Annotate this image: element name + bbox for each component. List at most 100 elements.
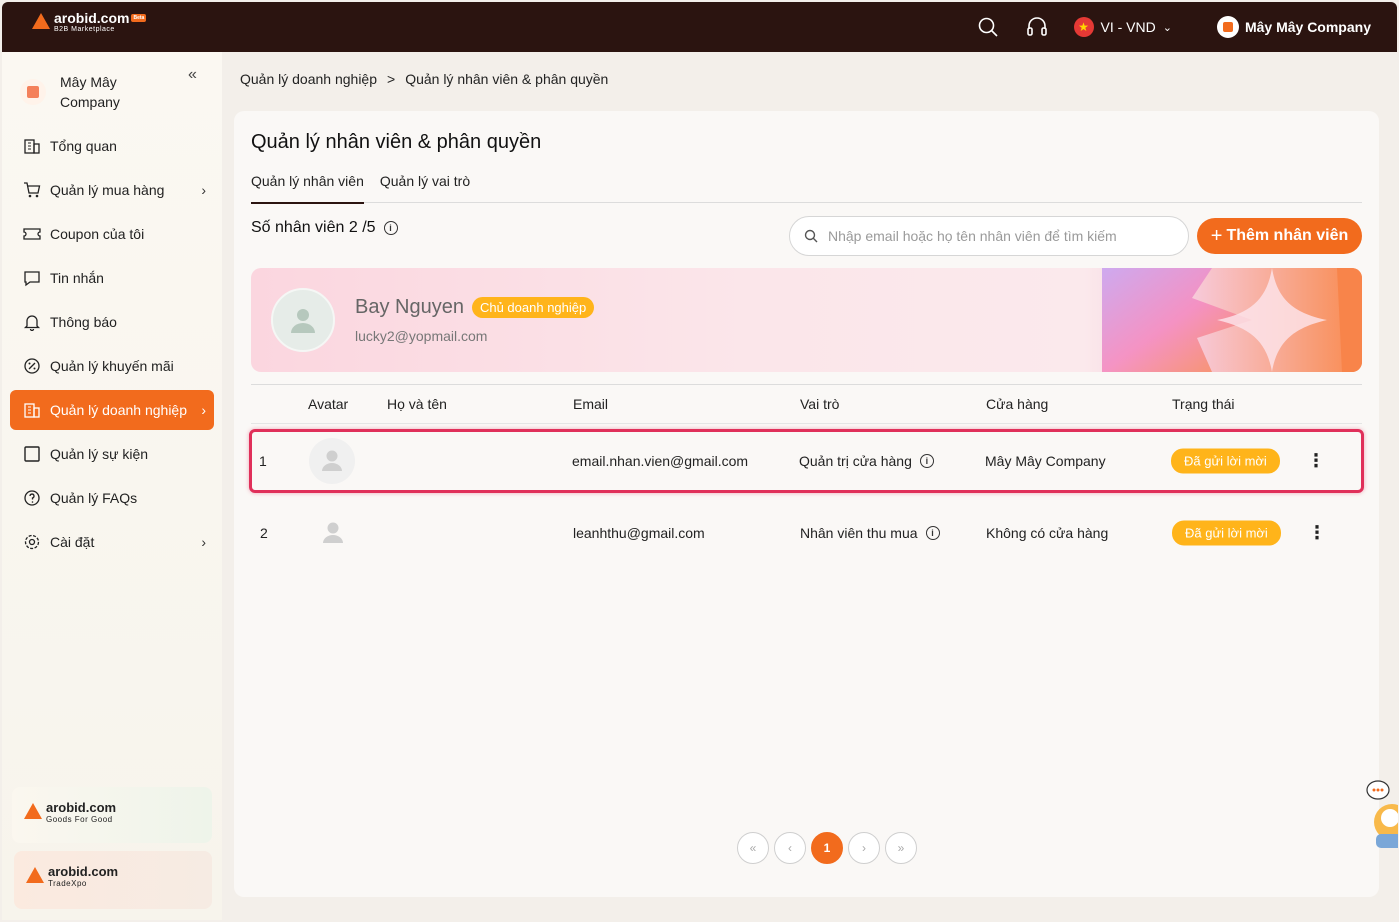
status-badge: Đã gửi lời mời xyxy=(1171,448,1280,474)
sidebar-item-overview[interactable]: Tổng quan xyxy=(10,126,214,166)
sidebar-item-messages[interactable]: Tin nhắn xyxy=(10,258,214,298)
sidebar-item-notifications[interactable]: Thông báo xyxy=(10,302,214,342)
employee-avatar xyxy=(309,438,355,484)
sidebar-item-purchases[interactable]: Quản lý mua hàng › xyxy=(10,170,214,210)
account-company-name: Mây Mây Company xyxy=(1244,19,1371,35)
sidebar-item-faqs[interactable]: Quản lý FAQs xyxy=(10,478,214,518)
search-icon[interactable] xyxy=(976,15,1000,39)
tradexpo-banner[interactable]: arobid.com TradeXpo xyxy=(14,851,212,909)
employee-email: leanhthu@gmail.com xyxy=(573,525,705,541)
col-name: Họ và tên xyxy=(387,396,447,412)
more-options-icon[interactable]: ⋮ xyxy=(1308,523,1326,544)
sidebar-company: Mây Mây Company xyxy=(20,72,160,112)
table-header: Avatar Họ và tên Email Vai trò Cửa hàng … xyxy=(251,384,1362,424)
sidebar-menu: Tổng quan Quản lý mua hàng › Coupon của … xyxy=(10,126,214,566)
discount-icon xyxy=(22,356,42,376)
building-icon xyxy=(22,136,42,156)
sidebar-item-promotions[interactable]: Quản lý khuyến mãi xyxy=(10,346,214,386)
chevron-right-icon: › xyxy=(201,182,206,198)
owner-name: Bay Nguyen xyxy=(355,296,464,318)
breadcrumb: Quản lý doanh nghiệp > Quản lý nhân viên… xyxy=(240,71,608,87)
prev-page-button[interactable]: ‹ xyxy=(774,832,806,864)
tab-employees[interactable]: Quản lý nhân viên xyxy=(251,173,364,204)
table-row[interactable]: 1 email.nhan.vien@gmail.com Quản trị cửa… xyxy=(249,429,1364,493)
main-card: Quản lý nhân viên & phân quyền Quản lý n… xyxy=(234,111,1379,897)
search-icon xyxy=(804,229,818,243)
sidebar-item-label: Thông báo xyxy=(50,314,117,330)
collapse-sidebar-icon[interactable]: « xyxy=(188,66,197,84)
bell-icon xyxy=(22,312,42,332)
sidebar-item-label: Quản lý mua hàng xyxy=(50,182,165,198)
promo-logo-text: arobid.com xyxy=(46,800,117,815)
goods-for-good-banner[interactable]: arobid.com Goods For Good xyxy=(12,787,212,843)
vietnam-flag-icon: ★ xyxy=(1073,17,1094,37)
owner-email: lucky2@yopmail.com xyxy=(355,328,488,344)
col-role: Vai trò xyxy=(800,396,840,412)
search-box xyxy=(789,216,1189,256)
breadcrumb-current: Quản lý nhân viên & phân quyền xyxy=(405,71,609,87)
owner-card: Bay Nguyen Chủ doanh nghiệp lucky2@yopma… xyxy=(251,268,1362,372)
employee-email: email.nhan.vien@gmail.com xyxy=(572,453,749,469)
breadcrumb-business[interactable]: Quản lý doanh nghiệp xyxy=(240,71,377,87)
info-icon[interactable]: i xyxy=(925,526,940,540)
employee-store: Không có cửa hàng xyxy=(986,525,1109,541)
sidebar-item-coupons[interactable]: Coupon của tôi xyxy=(10,214,214,254)
company-avatar xyxy=(1216,16,1239,38)
sidebar-item-label: Cài đặt xyxy=(50,534,95,550)
info-icon[interactable]: i xyxy=(383,221,398,235)
first-page-button[interactable]: « xyxy=(737,832,769,864)
search-input[interactable] xyxy=(828,228,1168,244)
tab-bar: Quản lý nhân viên Quản lý vai trò xyxy=(251,173,1362,204)
sidebar-item-label: Quản lý sự kiện xyxy=(50,446,149,462)
employee-count: Số nhân viên 2 /5 i xyxy=(251,219,398,237)
col-status: Trạng thái xyxy=(1172,396,1235,412)
square-icon xyxy=(22,444,42,464)
page-1-button[interactable]: 1 xyxy=(811,832,843,864)
col-avatar: Avatar xyxy=(308,396,349,412)
language-selector[interactable]: ★ VI - VND ⌄ xyxy=(1073,17,1172,37)
chatbot-mascot-icon[interactable] xyxy=(1364,778,1398,848)
chevron-down-icon: ⌄ xyxy=(1162,21,1172,34)
next-page-button[interactable]: › xyxy=(848,832,880,864)
employee-role: Quản trị cửa hàng xyxy=(799,453,912,469)
add-employee-label: Thêm nhân viên xyxy=(1226,227,1349,244)
beta-badge: Beta xyxy=(131,14,147,22)
company-logo xyxy=(20,79,46,105)
question-icon xyxy=(22,488,42,508)
table-row[interactable]: 2 leanhthu@gmail.com Nhân viên thu mua i… xyxy=(251,501,1362,565)
sidebar-item-label: Quản lý khuyến mãi xyxy=(50,358,174,374)
sidebar-company-name: Mây Mây Company xyxy=(60,74,120,110)
employee-role: Nhân viên thu mua xyxy=(800,525,918,541)
chevron-right-icon: › xyxy=(201,402,206,418)
tab-roles[interactable]: Quản lý vai trò xyxy=(380,173,470,203)
headset-icon[interactable] xyxy=(1025,15,1049,39)
sidebar-item-events[interactable]: Quản lý sự kiện xyxy=(10,434,214,474)
cart-icon xyxy=(22,180,42,200)
account-menu[interactable]: Mây Mây Company xyxy=(1216,16,1371,38)
sidebar-item-label: Quản lý doanh nghiệp xyxy=(50,402,187,418)
last-page-button[interactable]: » xyxy=(885,832,917,864)
breadcrumb-separator: > xyxy=(387,71,396,87)
row-index: 2 xyxy=(260,525,268,541)
chevron-right-icon: › xyxy=(201,534,206,550)
building-icon xyxy=(22,400,42,420)
more-options-icon[interactable]: ⋮ xyxy=(1307,451,1325,472)
sidebar-item-settings[interactable]: Cài đặt › xyxy=(10,522,214,562)
promo-subtitle: Goods For Good xyxy=(46,815,113,824)
info-icon[interactable]: i xyxy=(919,454,934,468)
logo-mark-icon xyxy=(26,867,44,883)
brand-logo[interactable]: arobid.com Beta B2B Marketplace xyxy=(32,10,147,34)
add-employee-button[interactable]: + Thêm nhân viên xyxy=(1197,218,1362,254)
employee-avatar xyxy=(310,510,356,556)
logo-text: arobid.com xyxy=(54,10,130,26)
col-store: Cửa hàng xyxy=(986,396,1049,412)
sidebar-item-label: Tổng quan xyxy=(50,138,117,154)
logo-subtitle: B2B Marketplace xyxy=(54,26,115,33)
status-badge: Đã gửi lời mời xyxy=(1172,520,1281,546)
plus-icon: + xyxy=(1210,224,1223,247)
owner-tag: Chủ doanh nghiệp xyxy=(471,297,595,318)
logo-mark-icon xyxy=(24,803,42,819)
sidebar-item-business[interactable]: Quản lý doanh nghiệp › xyxy=(10,390,214,430)
logo-mark-icon xyxy=(32,13,50,29)
sidebar-item-label: Quản lý FAQs xyxy=(50,490,138,506)
